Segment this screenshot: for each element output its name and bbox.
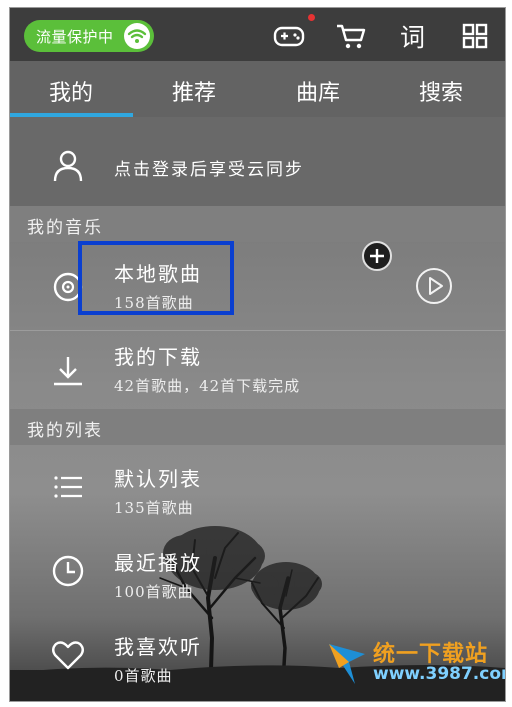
tab-recommend[interactable]: 推荐 <box>172 75 216 107</box>
download-icon <box>50 353 86 389</box>
row-title: 默认列表 <box>114 467 202 491</box>
login-row[interactable]: 点击登录后享受云同步 <box>10 117 505 214</box>
notification-dot <box>308 14 315 21</box>
row-title: 我的下载 <box>114 345 202 369</box>
app-window: 流量保护中 词 我的 推荐 曲库 搜索 点击登录后享受云同步 我的音乐 本地歌曲… <box>9 7 506 702</box>
add-button[interactable] <box>362 241 392 271</box>
section-my-music: 我的音乐 <box>10 206 505 242</box>
row-subtitle: 0首歌曲 <box>114 667 173 685</box>
row-subtitle: 135首歌曲 <box>114 499 194 517</box>
highlight-box <box>78 241 234 315</box>
tab-search[interactable]: 搜索 <box>419 75 463 107</box>
section-my-lists: 我的列表 <box>10 409 505 445</box>
traffic-protection-label: 流量保护中 <box>36 28 114 46</box>
clock-icon <box>50 553 86 589</box>
tab-library[interactable]: 曲库 <box>296 75 340 107</box>
heart-icon <box>50 637 86 673</box>
shopping-cart-icon[interactable] <box>334 19 368 53</box>
watermark-logo-icon <box>329 644 365 684</box>
user-icon <box>50 148 86 184</box>
row-subtitle: 100首歌曲 <box>114 583 194 601</box>
downloads-row[interactable]: 我的下载 42首歌曲，42首下载完成 <box>10 331 505 408</box>
lyrics-button[interactable]: 词 <box>400 18 425 54</box>
top-bar: 流量保护中 词 <box>10 8 505 61</box>
play-icon[interactable] <box>415 267 453 305</box>
watermark-logo: 统一下载站 www.3987.com <box>325 636 505 696</box>
login-prompt: 点击登录后享受云同步 <box>114 160 304 180</box>
row-title: 最近播放 <box>114 551 202 575</box>
traffic-protection-toggle[interactable]: 流量保护中 <box>24 20 154 52</box>
row-title: 我喜欢听 <box>114 635 202 659</box>
tab-mine[interactable]: 我的 <box>49 75 93 107</box>
list-item[interactable]: 默认列表 135首歌曲 <box>10 445 505 525</box>
grid-icon[interactable] <box>458 19 492 53</box>
list-item[interactable]: 最近播放 100首歌曲 <box>10 529 505 609</box>
tab-bar: 我的 推荐 曲库 搜索 <box>10 61 505 117</box>
wifi-icon <box>124 23 150 49</box>
section-title: 我的列表 <box>27 421 103 441</box>
watermark-url: www.3987.com <box>373 664 506 684</box>
list-icon <box>50 469 86 505</box>
game-controller-icon[interactable] <box>272 19 306 53</box>
row-subtitle: 42首歌曲，42首下载完成 <box>114 377 301 395</box>
section-title: 我的音乐 <box>27 218 103 238</box>
